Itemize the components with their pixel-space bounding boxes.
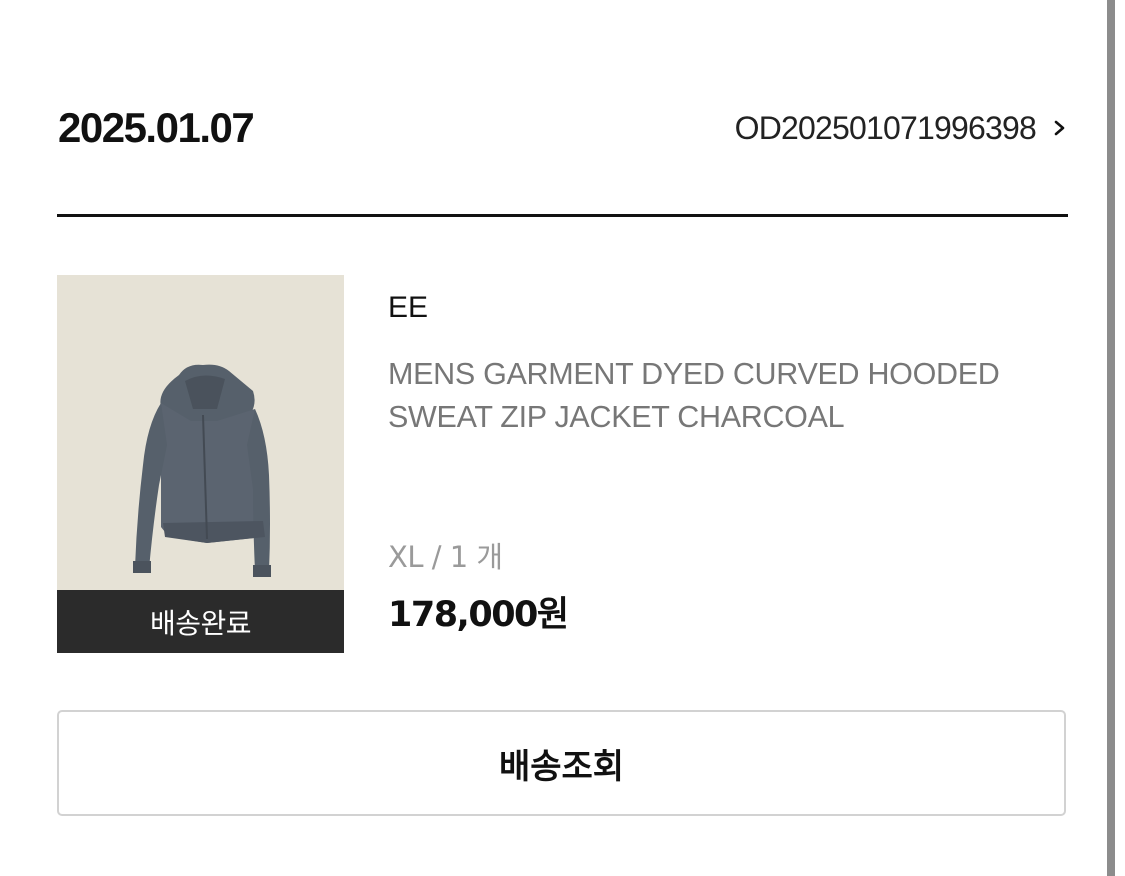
product-option: XL / 1 개 xyxy=(388,540,503,574)
order-header: 2025.01.07 OD202501071996398 xyxy=(58,96,1070,160)
order-number-link[interactable]: OD202501071996398 xyxy=(735,110,1070,147)
chevron-right-icon xyxy=(1050,118,1070,138)
brand-name[interactable]: EE xyxy=(388,288,1068,328)
scrollbar[interactable] xyxy=(1107,0,1115,876)
delivery-tracking-button[interactable]: 배송조회 xyxy=(57,710,1066,816)
product-name[interactable]: MENS GARMENT DYED CURVED HOODED SWEAT ZI… xyxy=(388,353,1058,439)
product-price: 178,000원 xyxy=(388,595,569,635)
product-image[interactable]: 배송완료 xyxy=(57,275,344,653)
order-detail-page: 2025.01.07 OD202501071996398 배송완료 EE MEN… xyxy=(0,0,1125,876)
product-info: EE MENS GARMENT DYED CURVED HOODED SWEAT… xyxy=(388,288,1068,439)
order-date: 2025.01.07 xyxy=(58,104,255,151)
delivery-status-badge: 배송완료 xyxy=(57,590,344,653)
header-divider xyxy=(57,214,1068,217)
order-number: OD202501071996398 xyxy=(734,109,1037,146)
